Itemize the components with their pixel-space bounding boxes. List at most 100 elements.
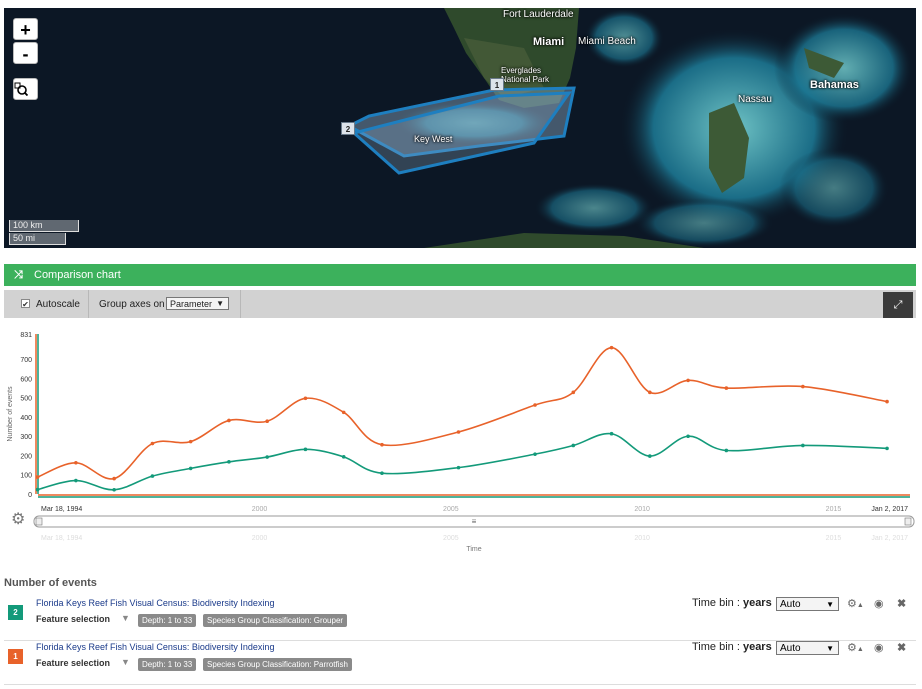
layer-row-2: 2 Florida Keys Reef Fish Visual Census: … [4,597,916,641]
y-tick-label: 0 [28,492,32,499]
navigator-left-handle[interactable] [35,517,43,526]
filter-tag-depth: Depth: 1 to 33 [138,658,197,671]
x-tick-label: 2015 [826,506,842,513]
series-point-0 [150,441,155,446]
series-point-0 [801,384,805,389]
series-point-1 [188,466,193,471]
feature-selection-label: Feature selection [36,658,111,668]
time-bin-select[interactable]: Auto ▼ [776,641,839,655]
series-line-0 [37,346,888,480]
comparison-line-chart[interactable]: 0 100 200 300 400 500 600 700 831 Number of event… [0,320,922,560]
layers-section-title: Number of events [4,577,97,589]
satellite-imagery [4,8,916,248]
series-point-1 [380,471,384,476]
x-start-label: Mar 18, 1994 [41,506,82,513]
series-point-1 [456,465,461,470]
chart-toolbar: ✔ Autoscale Group axes on Parameter ▼ ⤢ [4,290,916,318]
series-point-1 [609,431,614,436]
zoom-in-button[interactable]: + [13,18,38,40]
label-miami-beach: Miami Beach [578,36,636,47]
y-tick-label: 831 [20,332,32,339]
group-axes-select[interactable]: Parameter ▼ [166,297,229,310]
magnifier-icon [14,82,28,96]
scale-bar-km: 100 km [9,220,79,232]
zoom-out-button[interactable]: - [13,42,38,64]
filter-tag-species: Species Group Classification: Grouper [203,614,348,627]
scale-bar-mi: 50 mi [9,233,66,245]
navigator-tick-label: Jan 2, 2017 [871,535,908,542]
series-point-1 [533,452,537,456]
visibility-eye-icon[interactable]: ◉ [874,641,884,654]
y-tick-label: 300 [20,434,32,441]
series-point-1 [150,474,155,478]
map-view[interactable]: + - Fort Lauderdale Miami Miami Beach Ev… [4,8,916,248]
selection-marker-2[interactable]: 2 [341,122,355,135]
chart-settings-gear-icon[interactable]: ⚙ [11,512,27,528]
navigator-tick-label: 2005 [443,535,459,542]
navigator-grip[interactable]: ≡ [472,517,477,526]
comparison-chart-header[interactable]: ⤨ Comparison chart [4,264,916,286]
group-axes-value: Parameter [170,299,213,309]
series-point-0 [303,396,308,401]
navigator-tick-label: 2015 [826,535,842,542]
filter-icon: ▼ [121,657,130,667]
feature-selection-label: Feature selection [36,614,111,624]
series-point-0 [74,461,78,465]
fullscreen-button[interactable]: ⤢ [883,292,913,318]
layer-badge: 2 [8,605,23,620]
series-point-1 [885,446,889,451]
series-point-0 [648,390,652,395]
caret-down-icon: ▼ [826,644,834,653]
y-tick-label: 500 [20,396,32,403]
series-point-1 [648,454,652,458]
y-tick-label: 400 [20,415,32,422]
time-bin-select[interactable]: Auto ▼ [776,597,839,611]
series-point-1 [686,434,690,439]
layer-row-1: 1 Florida Keys Reef Fish Visual Census: … [4,641,916,685]
y-tick-label: 600 [20,376,32,383]
filter-tag-species: Species Group Classification: Parrotfish [203,658,352,671]
y-tick-label: 200 [20,453,32,460]
navigator-tick-label: 2010 [634,535,650,542]
series-point-0 [112,476,116,481]
series-point-0 [571,390,576,395]
navigator-right-handle[interactable] [904,517,912,526]
y-tick-label: 100 [20,473,32,480]
series-point-0 [188,439,193,444]
series-point-0 [885,399,889,404]
label-key-west: Key West [414,134,453,144]
layer-badge: 1 [8,649,23,664]
group-axes-label: Group axes on [99,299,165,310]
layer-settings-gear-icon[interactable]: ⚙▲ [847,641,864,654]
shuffle-icon: ⤨ [14,269,23,281]
series-point-0 [265,419,269,424]
series-point-1 [74,478,78,483]
layer-title-link[interactable]: Florida Keys Reef Fish Visual Census: Bi… [36,598,274,608]
navigator-tick-label: Mar 18, 1994 [41,535,82,542]
layer-title-link[interactable]: Florida Keys Reef Fish Visual Census: Bi… [36,642,274,652]
expand-icon: ⤢ [893,299,903,311]
x-tick-label: 2010 [634,506,650,513]
series-point-1 [265,455,269,459]
navigator-tick-label: 2000 [252,535,268,542]
series-point-0 [724,386,729,390]
series-point-0 [609,345,614,350]
time-bin-label: Time bin : years [692,597,772,609]
zoom-box-button[interactable] [13,78,38,100]
autoscale-label: Autoscale [36,299,80,310]
autoscale-checkbox[interactable]: ✔ [21,299,30,309]
x-tick-label: 2005 [443,506,459,513]
label-everglades: Everglades National Park [501,66,550,84]
layer-settings-gear-icon[interactable]: ⚙▲ [847,597,864,610]
filter-tag-depth: Depth: 1 to 33 [138,614,197,627]
selection-marker-1[interactable]: 1 [490,78,504,91]
visibility-eye-icon[interactable]: ◉ [874,597,884,610]
remove-layer-close-icon[interactable]: ✖ [897,641,906,654]
series-point-0 [456,430,461,434]
x-end-label: Jan 2, 2017 [871,506,908,513]
series-point-0 [380,442,384,447]
series-point-1 [303,447,308,452]
remove-layer-close-icon[interactable]: ✖ [897,597,906,610]
series-point-1 [227,460,231,464]
time-bin-label: Time bin : years [692,641,772,653]
